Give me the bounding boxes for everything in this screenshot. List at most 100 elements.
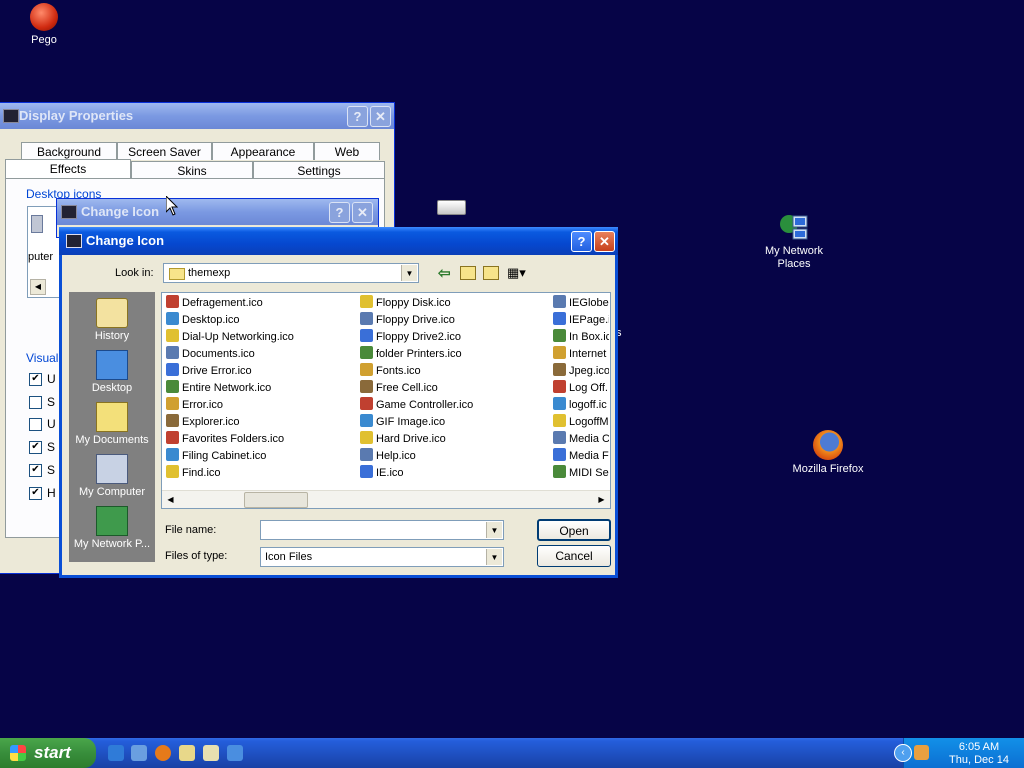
list-item[interactable]: Fonts.ico (360, 363, 550, 380)
scrollbar-thumb[interactable] (244, 492, 308, 508)
list-item[interactable]: Desktop.ico (166, 312, 356, 329)
up-folder-icon[interactable] (460, 266, 476, 280)
file-name: IE.ico (376, 467, 404, 479)
list-item[interactable]: Game Controller.ico (360, 397, 550, 414)
list-item[interactable]: Log Off. (553, 380, 609, 397)
list-item[interactable]: Drive Error.ico (166, 363, 356, 380)
list-item[interactable]: Filing Cabinet.ico (166, 448, 356, 465)
visual-checkbox-4[interactable]: ✔ (29, 441, 42, 454)
list-item[interactable]: folder Printers.ico (360, 346, 550, 363)
change-icon-inactive-titlebar[interactable]: Change Icon ? ✕ (57, 199, 378, 225)
desktop-icon-mozilla-firefox[interactable]: Mozilla Firefox (786, 430, 870, 476)
list-item[interactable]: Media Cl (553, 431, 609, 448)
chevron-down-icon[interactable]: ▼ (486, 549, 502, 565)
list-item[interactable]: Jpeg.ico (553, 363, 609, 380)
visual-checkbox-2[interactable] (29, 396, 42, 409)
clock-time[interactable]: 6:05 AM (942, 741, 1016, 753)
visual-checkbox-5[interactable]: ✔ (29, 464, 42, 477)
back-icon[interactable]: ⇦ (438, 264, 451, 282)
cancel-button[interactable]: Cancel (537, 545, 611, 567)
tab-skins[interactable]: Skins (131, 161, 253, 179)
list-item[interactable]: Floppy Drive2.ico (360, 329, 550, 346)
chevron-down-icon[interactable]: ▼ (486, 522, 502, 538)
list-item[interactable]: Dial-Up Networking.ico (166, 329, 356, 346)
tab-effects[interactable]: Effects (5, 159, 131, 179)
notepad-quicklaunch-icon[interactable] (179, 745, 195, 761)
tray-app-icon[interactable] (914, 745, 929, 760)
list-item[interactable]: logoff.ic (553, 397, 609, 414)
scroll-left-button[interactable]: ◀ (163, 492, 178, 507)
new-folder-icon[interactable] (483, 266, 499, 280)
messenger-quicklaunch-icon[interactable] (227, 745, 243, 761)
change-icon-dialog[interactable]: Change Icon ? ✕ Look in: themexp ▼ ⇦ ▦▾ … (59, 227, 618, 578)
list-item[interactable]: LogoffMe (553, 414, 609, 431)
tab-web[interactable]: Web (314, 142, 380, 160)
mouse-cursor-icon (166, 196, 178, 216)
list-item[interactable]: GIF Image.ico (360, 414, 550, 431)
place-history[interactable]: History (69, 298, 155, 342)
visual-checkbox-6[interactable]: ✔ (29, 487, 42, 500)
list-item[interactable]: Entire Network.ico (166, 380, 356, 397)
close-button[interactable]: ✕ (352, 202, 373, 223)
ie-quicklaunch-icon[interactable] (108, 745, 124, 761)
show-desktop-quicklaunch-icon[interactable] (131, 745, 147, 761)
list-item[interactable]: Help.ico (360, 448, 550, 465)
change-icon-titlebar[interactable]: Change Icon ? ✕ (59, 227, 618, 255)
display-properties-titlebar[interactable]: Display Properties ? ✕ (0, 103, 394, 129)
place-my-documents[interactable]: My Documents (69, 402, 155, 446)
place-desktop[interactable]: Desktop (69, 350, 155, 394)
drive-icon[interactable] (437, 200, 466, 215)
list-item[interactable]: Floppy Disk.ico (360, 295, 550, 312)
list-item[interactable]: Documents.ico (166, 346, 356, 363)
visual-checkbox-1[interactable]: ✔ (29, 373, 42, 386)
horizontal-scrollbar[interactable]: ◀ ▶ (162, 490, 610, 508)
tray-expand-icon[interactable]: ‹ (894, 744, 912, 762)
files-of-type-dropdown[interactable]: Icon Files ▼ (260, 547, 504, 567)
place-my-computer[interactable]: My Computer (69, 454, 155, 498)
scroll-left-button[interactable]: ◀ (30, 279, 46, 295)
search-quicklaunch-icon[interactable] (203, 745, 219, 761)
list-item[interactable]: Explorer.ico (166, 414, 356, 431)
list-item[interactable]: Favorites Folders.ico (166, 431, 356, 448)
scroll-right-button[interactable]: ▶ (594, 492, 609, 507)
chevron-down-icon[interactable]: ▼ (401, 265, 417, 281)
tab-screen-saver[interactable]: Screen Saver (117, 142, 212, 160)
folder-icon (169, 268, 185, 280)
list-item[interactable]: In Box.ic (553, 329, 609, 346)
list-item[interactable]: Free Cell.ico (360, 380, 550, 397)
look-in-dropdown[interactable]: themexp ▼ (163, 263, 419, 283)
tab-settings[interactable]: Settings (253, 161, 385, 179)
system-tray: ‹ 6:05 AM Thu, Dec 14 (894, 738, 1024, 768)
help-button[interactable]: ? (329, 202, 350, 223)
tab-appearance[interactable]: Appearance (212, 142, 314, 160)
taskbar: start ‹ 6:05 AM Thu, Dec 14 (0, 738, 1024, 768)
file-name-input[interactable]: ▼ (260, 520, 504, 540)
open-button[interactable]: Open (537, 519, 611, 541)
help-button[interactable]: ? (571, 231, 592, 252)
list-item[interactable]: IEPage.i (553, 312, 609, 329)
desktop-icon-pego[interactable]: Pego (20, 3, 68, 47)
close-button[interactable]: ✕ (594, 231, 615, 252)
file-list[interactable]: Defragement.ico Desktop.ico Dial-Up Networ… (161, 292, 611, 509)
list-item[interactable]: Defragement.ico (166, 295, 356, 312)
desktop-icon-my-network-places[interactable]: My Network Places (758, 212, 830, 271)
list-item[interactable]: IEGlobe. (553, 295, 609, 312)
firefox-quicklaunch-icon[interactable] (155, 745, 171, 761)
list-item[interactable]: IE.ico (360, 465, 550, 482)
list-item[interactable]: Internet (553, 346, 609, 363)
place-my-network-places[interactable]: My Network P... (69, 506, 155, 550)
view-menu-icon[interactable]: ▦▾ (507, 265, 526, 281)
start-button[interactable]: start (0, 738, 96, 768)
list-item[interactable]: Media Fil (553, 448, 609, 465)
help-button[interactable]: ? (347, 106, 368, 127)
visual-checkbox-3[interactable] (29, 418, 42, 431)
file-name: Internet (569, 348, 607, 360)
clock-date[interactable]: Thu, Dec 14 (934, 754, 1024, 766)
list-item[interactable]: Find.ico (166, 465, 356, 482)
list-item[interactable]: Error.ico (166, 397, 356, 414)
list-item[interactable]: MIDI Seq (553, 465, 609, 482)
list-item[interactable]: Hard Drive.ico (360, 431, 550, 448)
tab-background[interactable]: Background (21, 142, 117, 160)
list-item[interactable]: Floppy Drive.ico (360, 312, 550, 329)
close-button[interactable]: ✕ (370, 106, 391, 127)
